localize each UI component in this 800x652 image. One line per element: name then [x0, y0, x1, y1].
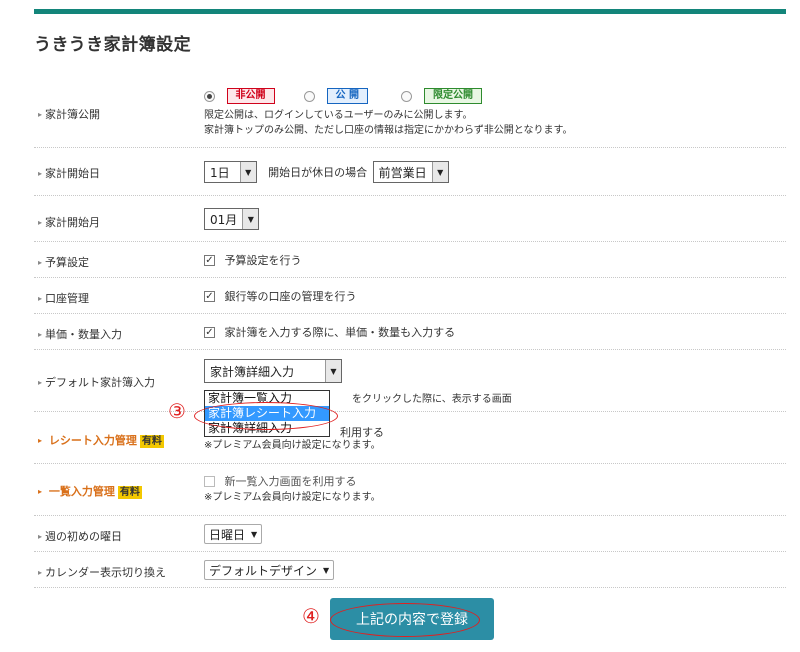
holiday-label: 開始日が休日の場合	[268, 166, 368, 179]
chevron-down-icon: ▼	[323, 565, 330, 575]
paid-badge: 有料	[117, 486, 142, 499]
unit-price-text: 家計簿を入力する際に、単価・数量も入力する	[224, 326, 456, 339]
public-note-line2: 家計簿トップのみ公開、ただし口座の情報は指定にかかわらず非公開となります。	[204, 125, 573, 136]
start-month-value: 01月	[210, 212, 238, 227]
annotation-step4: ④	[302, 604, 320, 628]
account-checkbox[interactable]: ✓	[204, 290, 215, 302]
start-day-label: 家計開始日	[38, 165, 100, 181]
budget-controls: ✓ 予算設定を行う	[204, 252, 302, 268]
calendar-value: デフォルトデザイン	[209, 563, 318, 578]
list-input-controls: 新一覧入力画面を利用する	[204, 473, 357, 489]
unit-price-checkbox[interactable]: ✓	[204, 326, 215, 338]
holiday-value: 前営業日	[378, 165, 427, 180]
unit-price-controls: ✓ 家計簿を入力する際に、単価・数量も入力する	[204, 324, 455, 340]
unit-price-label: 単価・数量入力	[38, 326, 122, 342]
tag-limited[interactable]: 限定公開	[423, 88, 482, 104]
tag-private[interactable]: 非公開	[226, 88, 275, 104]
week-start-controls: 日曜日 ▼	[204, 524, 263, 544]
default-input-label: デフォルト家計簿入力	[38, 374, 155, 390]
list-input-text: 新一覧入力画面を利用する	[224, 475, 357, 488]
start-day-value: 1日	[210, 165, 230, 180]
radio-limited[interactable]	[401, 90, 413, 102]
row-budget: 予算設定 ✓ 予算設定を行う	[34, 242, 786, 278]
start-month-label: 家計開始月	[38, 214, 100, 230]
chevron-down-icon: ▼	[239, 162, 256, 182]
paid-badge: 有料	[139, 435, 164, 448]
default-input-select[interactable]: 家計簿詳細入力 ▼	[204, 359, 342, 383]
calendar-controls: デフォルトデザイン ▼	[204, 560, 335, 580]
default-input-controls: 家計簿詳細入力 ▼	[204, 359, 342, 383]
week-start-label: 週の初めの曜日	[38, 528, 122, 544]
budget-text: 予算設定を行う	[224, 254, 302, 267]
row-list-input: 一覧入力管理有料 新一覧入力画面を利用する ※プレミアム会員向け設定になります。	[34, 464, 786, 516]
public-note: 限定公開は、ログインしているユーザーのみに公開します。 家計簿トップのみ公開、た…	[204, 108, 573, 138]
radio-private[interactable]	[204, 90, 215, 102]
account-label: 口座管理	[38, 290, 89, 306]
receipt-note: ※プレミアム会員向け設定になります。	[204, 440, 381, 451]
annotation-circle-receipt	[194, 402, 338, 430]
list-input-label-text: 一覧入力管理	[48, 485, 115, 498]
tag-public[interactable]: 公 開	[326, 88, 368, 104]
week-start-value: 日曜日	[209, 527, 246, 542]
default-input-note: をクリックした際に、表示する画面	[352, 394, 512, 405]
calendar-select[interactable]: デフォルトデザイン ▼	[204, 560, 335, 580]
budget-checkbox[interactable]: ✓	[204, 254, 215, 266]
annotation-step3: ③	[168, 399, 186, 423]
public-note-line1: 限定公開は、ログインしているユーザーのみに公開します。	[204, 110, 473, 121]
week-start-select[interactable]: 日曜日 ▼	[204, 524, 263, 544]
row-default-input: デフォルト家計簿入力 家計簿詳細入力 ▼ をクリックした際に、表示する画面	[34, 350, 786, 412]
row-week-start: 週の初めの曜日 日曜日 ▼	[34, 516, 786, 552]
row-account: 口座管理 ✓ 銀行等の口座の管理を行う	[34, 278, 786, 314]
start-day-select[interactable]: 1日 ▼	[204, 161, 257, 183]
start-month-select[interactable]: 01月 ▼	[204, 208, 260, 230]
radio-public[interactable]	[304, 90, 315, 102]
calendar-label: カレンダー表示切り換え	[38, 564, 166, 580]
header-accent-bar	[34, 9, 786, 14]
row-receipt: レシート入力管理有料 利用する ※プレミアム会員向け設定になります。	[34, 412, 786, 464]
start-day-controls: 1日 ▼ 開始日が休日の場合 前営業日 ▼	[204, 161, 449, 183]
chevron-down-icon: ▼	[431, 162, 448, 182]
annotation-circle-submit	[330, 603, 480, 637]
row-unit-price: 単価・数量入力 ✓ 家計簿を入力する際に、単価・数量も入力する	[34, 314, 786, 350]
default-input-value: 家計簿詳細入力	[210, 364, 295, 379]
row-start-month: 家計開始月 01月 ▼	[34, 196, 786, 242]
chevron-down-icon: ▼	[325, 360, 341, 382]
page-title: うきうき家計簿設定	[34, 35, 192, 55]
holiday-select[interactable]: 前営業日 ▼	[372, 161, 449, 183]
account-controls: ✓ 銀行等の口座の管理を行う	[204, 288, 357, 304]
account-text: 銀行等の口座の管理を行う	[224, 290, 357, 303]
receipt-label: レシート入力管理有料	[38, 432, 164, 448]
budget-label: 予算設定	[38, 254, 89, 270]
receipt-label-text: レシート入力管理	[48, 434, 137, 447]
public-options: 非公開 公 開 限定公開	[204, 88, 482, 104]
chevron-down-icon: ▼	[242, 209, 259, 229]
list-input-checkbox[interactable]	[204, 475, 215, 487]
row-start-day: 家計開始日 1日 ▼ 開始日が休日の場合 前営業日 ▼	[34, 148, 786, 196]
row-calendar: カレンダー表示切り換え デフォルトデザイン ▼	[34, 552, 786, 588]
list-input-label: 一覧入力管理有料	[38, 483, 142, 499]
list-input-note: ※プレミアム会員向け設定になります。	[204, 492, 381, 503]
chevron-down-icon: ▼	[251, 529, 258, 539]
start-month-controls: 01月 ▼	[204, 208, 260, 230]
row-public-setting: 家計簿公開 非公開 公 開 限定公開 限定公開は、ログインしているユーザーのみに…	[34, 80, 786, 148]
public-label: 家計簿公開	[38, 106, 100, 122]
